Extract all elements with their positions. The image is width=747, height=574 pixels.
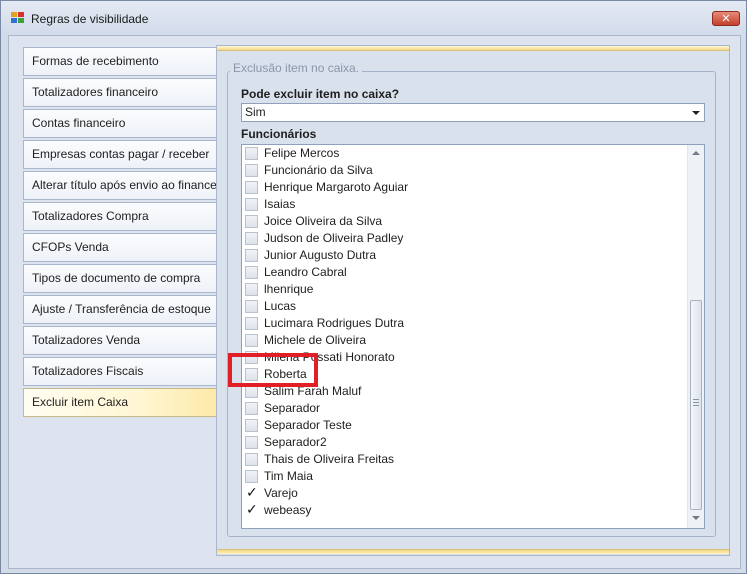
employee-name: Tim Maia [264,469,313,483]
checkbox[interactable] [245,317,258,330]
tab-item[interactable]: Formas de recebimento [23,47,217,76]
employee-name: Joice Oliveira da Silva [264,214,383,228]
checkbox[interactable] [245,198,258,211]
tab-item[interactable]: Totalizadores financeiro [23,78,217,107]
list-item[interactable]: Lucimara Rodrigues Dutra [242,315,687,332]
checkbox-checked[interactable]: ✓ [245,485,258,501]
employee-name: Funcionário da Silva [264,163,373,177]
employee-name: Leandro Cabral [264,265,347,279]
employee-name: Junior Augusto Dutra [264,248,377,262]
list-item[interactable]: Separador2 [242,434,687,451]
employee-name: lhenrique [264,282,314,296]
list-item[interactable]: Joice Oliveira da Silva [242,213,687,230]
panel-top-accent [217,46,729,51]
group-title: Exclusão item no caixa. [230,61,363,75]
checkbox[interactable] [245,215,258,228]
tab-content-panel: Exclusão item no caixa. Pode excluir ite… [216,45,730,556]
employee-name: Varejo [264,486,298,500]
title-bar[interactable]: Regras de visibilidade ✕ [1,1,746,35]
checkbox[interactable] [245,181,258,194]
employee-name: Thais de Oliveira Freitas [264,452,395,466]
tab-item[interactable]: Ajuste / Transferência de estoque [23,295,217,324]
funcionarios-label: Funcionários [241,127,317,141]
checkbox[interactable] [245,164,258,177]
tab-item[interactable]: CFOPs Venda [23,233,217,262]
employee-name: webeasy [264,503,312,517]
list-item[interactable]: Tim Maia [242,468,687,485]
list-item[interactable]: Separador Teste [242,417,687,434]
employee-name: Henrique Margaroto Aguiar [264,180,409,194]
employee-name: Isaias [264,197,296,211]
employee-name: Separador2 [264,435,327,449]
question-label: Pode excluir item no caixa? [241,87,400,101]
list-item[interactable]: ✓ webeasy [242,502,687,519]
employee-name: Felipe Mercos [264,146,340,160]
window-title: Regras de visibilidade [31,12,149,26]
list-item[interactable]: Thais de Oliveira Freitas [242,451,687,468]
list-item[interactable]: Isaias [242,196,687,213]
scroll-thumb[interactable] [690,300,702,510]
tab-item[interactable]: Tipos de documento de compra [23,264,217,293]
tab-item[interactable]: Excluir item Caixa [23,388,219,417]
checkbox[interactable] [245,402,258,415]
list-item[interactable]: Lucas [242,298,687,315]
list-item[interactable]: ✓ Varejo [242,485,687,502]
checkmark-icon: ✓ [246,485,258,501]
dialog-window: Regras de visibilidade ✕ Formas de receb… [0,0,747,574]
select-value: Sim [245,105,266,119]
checkbox[interactable] [245,147,258,160]
list-item[interactable]: Henrique Margaroto Aguiar [242,179,687,196]
tab-item[interactable]: Contas financeiro [23,109,217,138]
checkbox[interactable] [245,470,258,483]
checkbox[interactable] [245,419,258,432]
scroll-up-icon[interactable] [692,151,700,155]
employee-name: Separador Teste [264,418,352,432]
checkbox[interactable] [245,249,258,262]
list-item[interactable]: lhenrique [242,281,687,298]
list-item[interactable]: Leandro Cabral [242,264,687,281]
employee-name: Lucimara Rodrigues Dutra [264,316,405,330]
tab-item[interactable]: Totalizadores Venda [23,326,217,355]
funcionarios-checklist[interactable]: Felipe Mercos Funcionário da Silva Henriqu… [241,144,705,529]
checkbox[interactable] [245,300,258,313]
vertical-scrollbar[interactable] [687,145,704,528]
highlight-annotation-box [228,353,318,387]
checkbox[interactable] [245,453,258,466]
list-item[interactable]: Funcionário da Silva [242,162,687,179]
tab-item[interactable]: Alterar título após envio ao financeiro [23,171,217,200]
checkbox-checked[interactable]: ✓ [245,502,258,518]
dialog-body: Formas de recebimento Totalizadores finan… [8,35,741,569]
scroll-down-icon[interactable] [692,516,700,520]
checkbox[interactable] [245,283,258,296]
list-item[interactable]: Michele de Oliveira [242,332,687,349]
tab-item[interactable]: Totalizadores Fiscais [23,357,217,386]
excluir-item-select[interactable]: Sim [241,103,705,122]
checkbox[interactable] [245,266,258,279]
close-button[interactable]: ✕ [712,11,740,26]
checkbox[interactable] [245,232,258,245]
chevron-down-icon[interactable] [692,111,700,115]
panel-bottom-accent [217,549,729,554]
employee-name: Judson de Oliveira Padley [264,231,404,245]
checkbox[interactable] [245,334,258,347]
list-item[interactable]: Judson de Oliveira Padley [242,230,687,247]
list-item[interactable]: Felipe Mercos [242,145,687,162]
list-item[interactable]: Separador [242,400,687,417]
tab-item[interactable]: Empresas contas pagar / receber [23,140,217,169]
employee-name: Lucas [264,299,297,313]
tab-item[interactable]: Totalizadores Compra [23,202,217,231]
grip-icon [693,399,699,406]
checkmark-icon: ✓ [246,502,258,518]
checkbox[interactable] [245,436,258,449]
app-icon [11,12,25,24]
employee-name: Separador [264,401,321,415]
list-item[interactable]: Junior Augusto Dutra [242,247,687,264]
employee-name: Michele de Oliveira [264,333,367,347]
